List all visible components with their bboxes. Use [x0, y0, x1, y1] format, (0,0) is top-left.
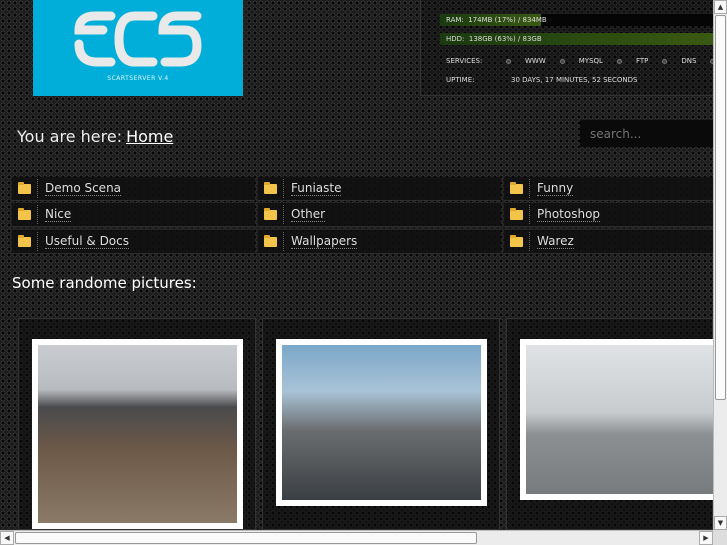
folder-item[interactable]: Funiaste: [258, 177, 501, 201]
status-dot-icon: [616, 58, 622, 64]
horizontal-scrollbar[interactable]: ◀ ▶: [0, 530, 713, 545]
breadcrumb-home-link[interactable]: Home: [126, 127, 173, 146]
breadcrumb-prefix: You are here:: [17, 127, 123, 146]
picture-card: [18, 318, 256, 530]
service-ftp: FTP: [635, 57, 649, 65]
status-dot-icon: [662, 58, 668, 64]
ram-value: 174MB (17%) / 834MB: [468, 16, 547, 24]
vertical-scroll-thumb[interactable]: [715, 15, 726, 400]
status-dot-icon: [559, 58, 565, 64]
server-stats-panel: RAM: 174MB (17%) / 834MB HDD: 138GB (63%…: [420, 0, 716, 96]
uptime-row: UPTIME: 30 DAYS, 17 MINUTES, 52 SECONDS: [446, 76, 638, 84]
folder-icon: [18, 182, 31, 194]
folder-icon: [264, 235, 277, 247]
scrollbar-corner: [713, 530, 727, 545]
folder-item[interactable]: Useful & Docs: [12, 230, 255, 254]
folder-icon: [18, 208, 31, 220]
folder-icon: [510, 182, 523, 194]
breadcrumb: You are here: Home: [17, 127, 173, 146]
status-dot-icon: [506, 58, 511, 64]
folder-item[interactable]: Demo Scena: [12, 177, 255, 201]
folder-item[interactable]: Funny: [504, 177, 727, 201]
service-mysql: MYSQL: [578, 57, 603, 65]
services-row: SERVICES: WWW MYSQL FTP DNS: [446, 57, 727, 65]
picture-thumbnail[interactable]: [32, 339, 243, 529]
folder-item[interactable]: Photoshop: [504, 203, 727, 227]
pictures-heading: Some randome pictures:: [12, 274, 197, 292]
picture-thumbnail[interactable]: [276, 339, 487, 506]
picture-card: [506, 318, 720, 530]
picture-card: [262, 318, 500, 530]
folder-item[interactable]: Warez: [504, 230, 727, 254]
scs-logo-icon: [74, 11, 202, 67]
folder-icon: [18, 235, 31, 247]
folder-icon: [264, 182, 277, 194]
folder-icon: [264, 208, 277, 220]
folder-item[interactable]: Nice: [12, 203, 255, 227]
uptime-value: 30 DAYS, 17 MINUTES, 52 SECONDS: [511, 76, 638, 84]
horizontal-scroll-thumb[interactable]: [15, 532, 477, 544]
scroll-right-button[interactable]: ▶: [699, 531, 713, 545]
vertical-scrollbar[interactable]: ▲ ▼: [713, 0, 727, 530]
service-www: WWW: [525, 57, 546, 65]
folder-icon: [510, 235, 523, 247]
scroll-left-button[interactable]: ◀: [0, 531, 14, 545]
logo-subtitle: SCARTSERVER V.4: [107, 75, 169, 82]
folder-item[interactable]: Wallpapers: [258, 230, 501, 254]
site-logo[interactable]: SCARTSERVER V.4: [33, 0, 243, 96]
folder-icon: [510, 208, 523, 220]
ram-bar: RAM: 174MB (17%) / 834MB: [440, 14, 714, 26]
scroll-up-button[interactable]: ▲: [714, 0, 727, 14]
hdd-value: 138GB (63%) / 83GB: [468, 35, 542, 43]
hdd-bar: HDD: 138GB (63%) / 83GB: [440, 33, 714, 45]
folder-item[interactable]: Other: [258, 203, 501, 227]
scroll-down-button[interactable]: ▼: [714, 516, 727, 530]
service-dns: DNS: [681, 57, 697, 65]
picture-thumbnail[interactable]: [520, 339, 720, 500]
search-input[interactable]: [580, 120, 713, 147]
